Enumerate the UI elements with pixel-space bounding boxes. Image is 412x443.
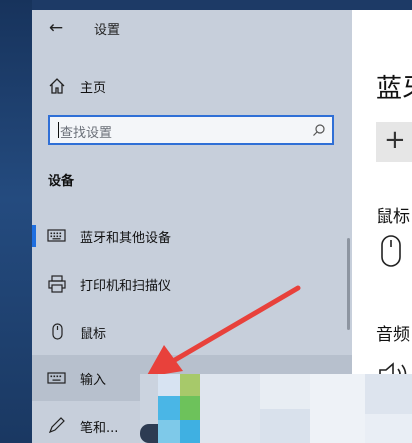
back-arrow-icon[interactable]: ← bbox=[44, 16, 68, 40]
nav-item-label: 输入 bbox=[80, 373, 107, 388]
home-label: 主页 bbox=[80, 81, 107, 96]
desktop-background bbox=[0, 0, 32, 443]
section-heading-mouse: 鼠标 bbox=[376, 207, 410, 227]
section-heading: 设备 bbox=[48, 174, 75, 189]
nav-item-label: 打印机和扫描仪 bbox=[80, 279, 172, 294]
mouse-icon bbox=[52, 323, 63, 340]
nav-item-mouse[interactable]: 鼠标 bbox=[32, 309, 352, 355]
title-bar: ← 设置 bbox=[32, 10, 352, 46]
section-heading-audio: 音频 bbox=[376, 325, 410, 345]
page-title: 蓝牙 bbox=[376, 74, 412, 104]
printer-icon bbox=[48, 275, 66, 293]
nav-item-label: 鼠标 bbox=[80, 327, 107, 342]
selection-indicator bbox=[32, 225, 36, 247]
nav-item-label: 蓝牙和其他设备 bbox=[80, 231, 172, 246]
pen-icon bbox=[48, 417, 65, 434]
blurred-overlay bbox=[140, 374, 412, 443]
window-title: 设置 bbox=[94, 23, 121, 38]
home-icon bbox=[49, 78, 65, 94]
search-input[interactable]: 查找设置 bbox=[48, 115, 334, 145]
keyboard-icon bbox=[47, 372, 66, 384]
search-icon[interactable] bbox=[312, 123, 326, 137]
text-caret bbox=[58, 122, 59, 138]
home-nav-item[interactable]: 主页 bbox=[32, 72, 352, 100]
scrollbar-thumb[interactable] bbox=[347, 238, 350, 330]
plus-icon: + bbox=[384, 125, 406, 155]
nav-item-printers[interactable]: 打印机和扫描仪 bbox=[32, 261, 352, 307]
nav-item-bluetooth[interactable]: 蓝牙和其他设备 bbox=[32, 213, 352, 259]
search-placeholder: 查找设置 bbox=[60, 126, 113, 141]
add-device-button[interactable]: + bbox=[376, 122, 412, 162]
nav-item-label: 笔和... bbox=[80, 421, 119, 436]
mouse-icon bbox=[381, 235, 401, 267]
keyboard-icon bbox=[47, 229, 66, 242]
